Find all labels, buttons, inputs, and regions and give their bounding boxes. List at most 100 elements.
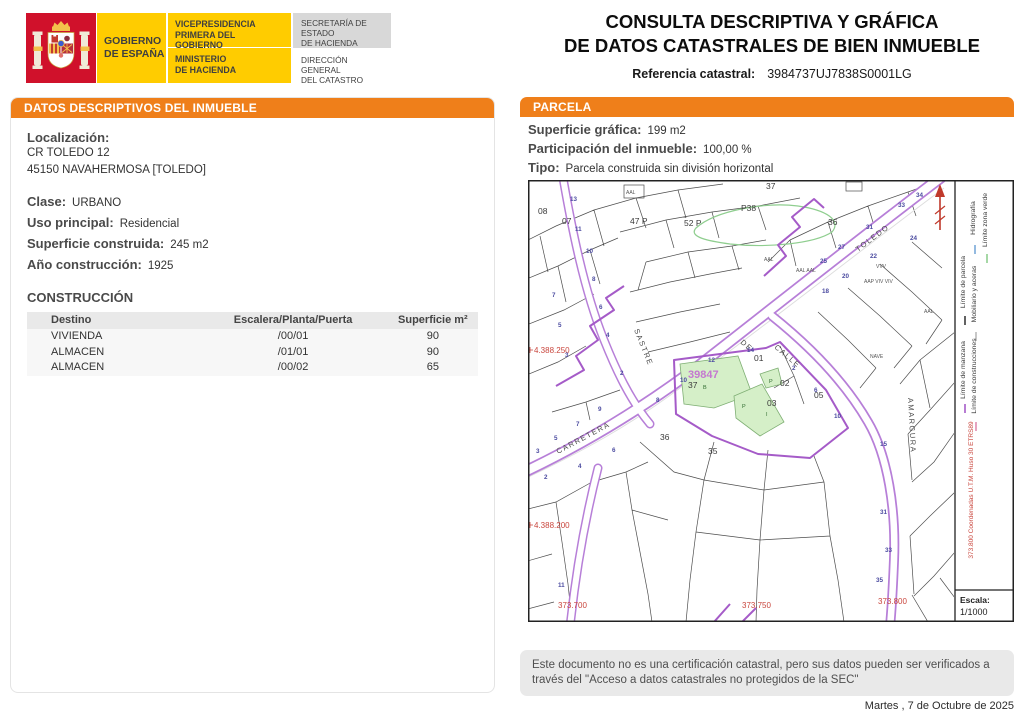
cadastral-map: 4.388.250 4.388.200 373.700 373.750 373.800 3… — [528, 180, 1014, 622]
parcel-label: 35 — [708, 446, 718, 456]
house-label: 3 — [565, 352, 569, 359]
house-label: 31 — [866, 224, 874, 231]
house-label: 35 — [876, 577, 884, 584]
house-label: 10 — [586, 248, 594, 255]
gobierno-logo-box — [26, 13, 96, 83]
legend-coord-note: 373.800 Coordenadas U.T.M. Huso 30 ETRS8… — [968, 421, 975, 559]
bldg-label: AAL — [924, 309, 934, 315]
legend-item-label: Límite de parcela — [960, 256, 967, 308]
house-label: 7 — [552, 292, 556, 299]
col-destino: Destino — [51, 314, 92, 326]
bldg-label: VVV — [876, 264, 887, 270]
parcel-label: P38 — [741, 203, 756, 213]
parcela-header: PARCELA — [520, 97, 1014, 117]
house-label: 4 — [578, 463, 582, 470]
escala-value: 1/1000 — [960, 607, 988, 617]
ministerio-hacienda-label: MINISTERIO DE HACIENDA — [175, 54, 237, 75]
house-label: 10 — [680, 377, 688, 384]
cadastral-document: GOBIERNO DE ESPAÑA VICEPRESIDENCIA PRIME… — [0, 0, 1024, 723]
house-label: 6 — [814, 387, 818, 394]
title-line-1: CONSULTA DESCRIPTIVA Y GRÁFICA — [605, 11, 939, 32]
parcel-label: 52 P — [684, 218, 702, 228]
clase-label: Clase: — [27, 194, 67, 209]
title-line-2: DE DATOS CATASTRALES DE BIEN INMUEBLE — [564, 35, 980, 56]
col-superficie: Superficie m² — [398, 314, 468, 326]
construccion-table: Destino Escalera/Planta/Puerta Superfici… — [27, 312, 478, 376]
ano-construccion-label: Año construcción: — [27, 257, 142, 272]
bldg-label: AAL AAL — [796, 268, 816, 274]
coord-label: 4.388.200 — [534, 521, 570, 530]
house-label: 8 — [656, 397, 660, 404]
referencia-value: 3984737UJ7838S0001LG — [767, 67, 912, 81]
parcel-label: 37 — [688, 380, 698, 390]
tipo-label: Tipo: — [528, 160, 560, 175]
house-label: 13 — [570, 196, 578, 203]
green-label: P — [769, 379, 773, 385]
coord-label: 373.750 — [742, 601, 771, 610]
escala-label: Escala: — [960, 595, 990, 605]
referencia-label: Referencia catastral: — [632, 67, 756, 81]
legend-item-label: Límite de construcciones — [971, 338, 978, 414]
house-label: 31 — [880, 509, 888, 516]
datos-descriptivos-panel: DATOS DESCRIPTIVOS DEL INMUEBLE Localiza… — [10, 97, 495, 693]
table-cell: /01/01 — [277, 345, 309, 358]
house-label: 33 — [898, 202, 906, 209]
legend-item-label: Hidrografía — [970, 201, 977, 235]
green-label: B — [703, 385, 707, 391]
parcel-label: 36 — [660, 432, 670, 442]
house-label: 5 — [554, 435, 558, 442]
table-cell: 90 — [426, 345, 439, 358]
house-label: 3 — [536, 448, 540, 455]
table-row: VIVIENDA /00/01 90 — [27, 329, 478, 345]
coord-label: 373.800 — [878, 597, 907, 606]
col-escalera: Escalera/Planta/Puerta — [233, 314, 353, 326]
house-label: 11 — [558, 582, 565, 589]
parcel-label: 08 — [538, 206, 548, 216]
table-row: ALMACEN /01/01 90 — [27, 345, 478, 361]
map-svg: 4.388.2504.388.200373.700 373.750 373.8003… — [528, 180, 1014, 622]
participacion-label: Participación del inmueble: — [528, 141, 698, 156]
house-label: 12 — [708, 357, 716, 364]
vicepresidencia-label: VICEPRESIDENCIA PRIMERA DEL GOBIERNO — [168, 13, 291, 50]
table-header-row: Destino Escalera/Planta/Puerta Superfici… — [27, 312, 478, 329]
secretaria-estado-label: SECRETARÍA DE ESTADO DE HACIENDA — [293, 13, 391, 48]
clase-value: URBANO — [72, 197, 122, 209]
parcel-label: 01 — [754, 353, 764, 363]
parcel-label: 07 — [562, 216, 572, 226]
house-label: 2 — [544, 474, 548, 481]
direccion-catastro-label: DIRECCIÓN GENERAL DEL CATASTRO — [301, 55, 364, 85]
localizacion-label: Localización: — [27, 130, 110, 145]
bldg-label: AAL — [764, 257, 774, 263]
house-label: 7 — [576, 421, 580, 428]
green-label: P — [742, 404, 746, 410]
disclaimer-note: Este documento no es una certificación c… — [520, 650, 1014, 696]
table-cell: /00/02 — [277, 361, 309, 373]
spain-coat-of-arms-icon — [26, 13, 96, 83]
parcel-label: 02 — [780, 378, 790, 388]
document-date: Martes , 7 de Octubre de 2025 — [864, 700, 1014, 712]
house-label: 6 — [612, 447, 616, 454]
ministerio-label-box: VICEPRESIDENCIA PRIMERA DEL GOBIERNO MIN… — [168, 13, 291, 83]
referencia-catastral: Referencia catastral: 3984737UJ7838S0001L… — [530, 67, 1014, 81]
house-label: 9 — [598, 406, 602, 413]
house-label: 2 — [620, 370, 624, 377]
superficie-construida-value: 245 m2 — [170, 239, 209, 251]
house-label: 33 — [885, 547, 893, 554]
house-label: 6 — [599, 304, 603, 311]
house-label: 34 — [916, 192, 924, 199]
table-cell: VIVIENDA — [51, 330, 103, 342]
document-title: CONSULTA DESCRIPTIVA Y GRÁFICA DE DATOS … — [530, 10, 1014, 81]
parcel-label: 03 — [767, 398, 777, 408]
house-label: 25 — [820, 258, 828, 265]
datos-descriptivos-header: DATOS DESCRIPTIVOS DEL INMUEBLE — [11, 98, 494, 118]
superficie-grafica-value: 199 m2 — [647, 125, 686, 137]
address-line-2: 45150 NAVAHERMOSA [TOLEDO] — [27, 163, 206, 176]
house-label: 24 — [910, 235, 918, 242]
legend-item-label: Límite zona verde — [982, 193, 989, 247]
bldg-label: AAP VIV VIV — [864, 279, 893, 285]
house-label: 15 — [880, 441, 888, 448]
parcel-label: 37 — [766, 181, 776, 191]
tipo-value: Parcela construida sin división horizont… — [565, 163, 774, 175]
gobierno-espana-label: GOBIERNO DE ESPAÑA — [97, 13, 166, 83]
house-label: 18 — [822, 288, 830, 295]
